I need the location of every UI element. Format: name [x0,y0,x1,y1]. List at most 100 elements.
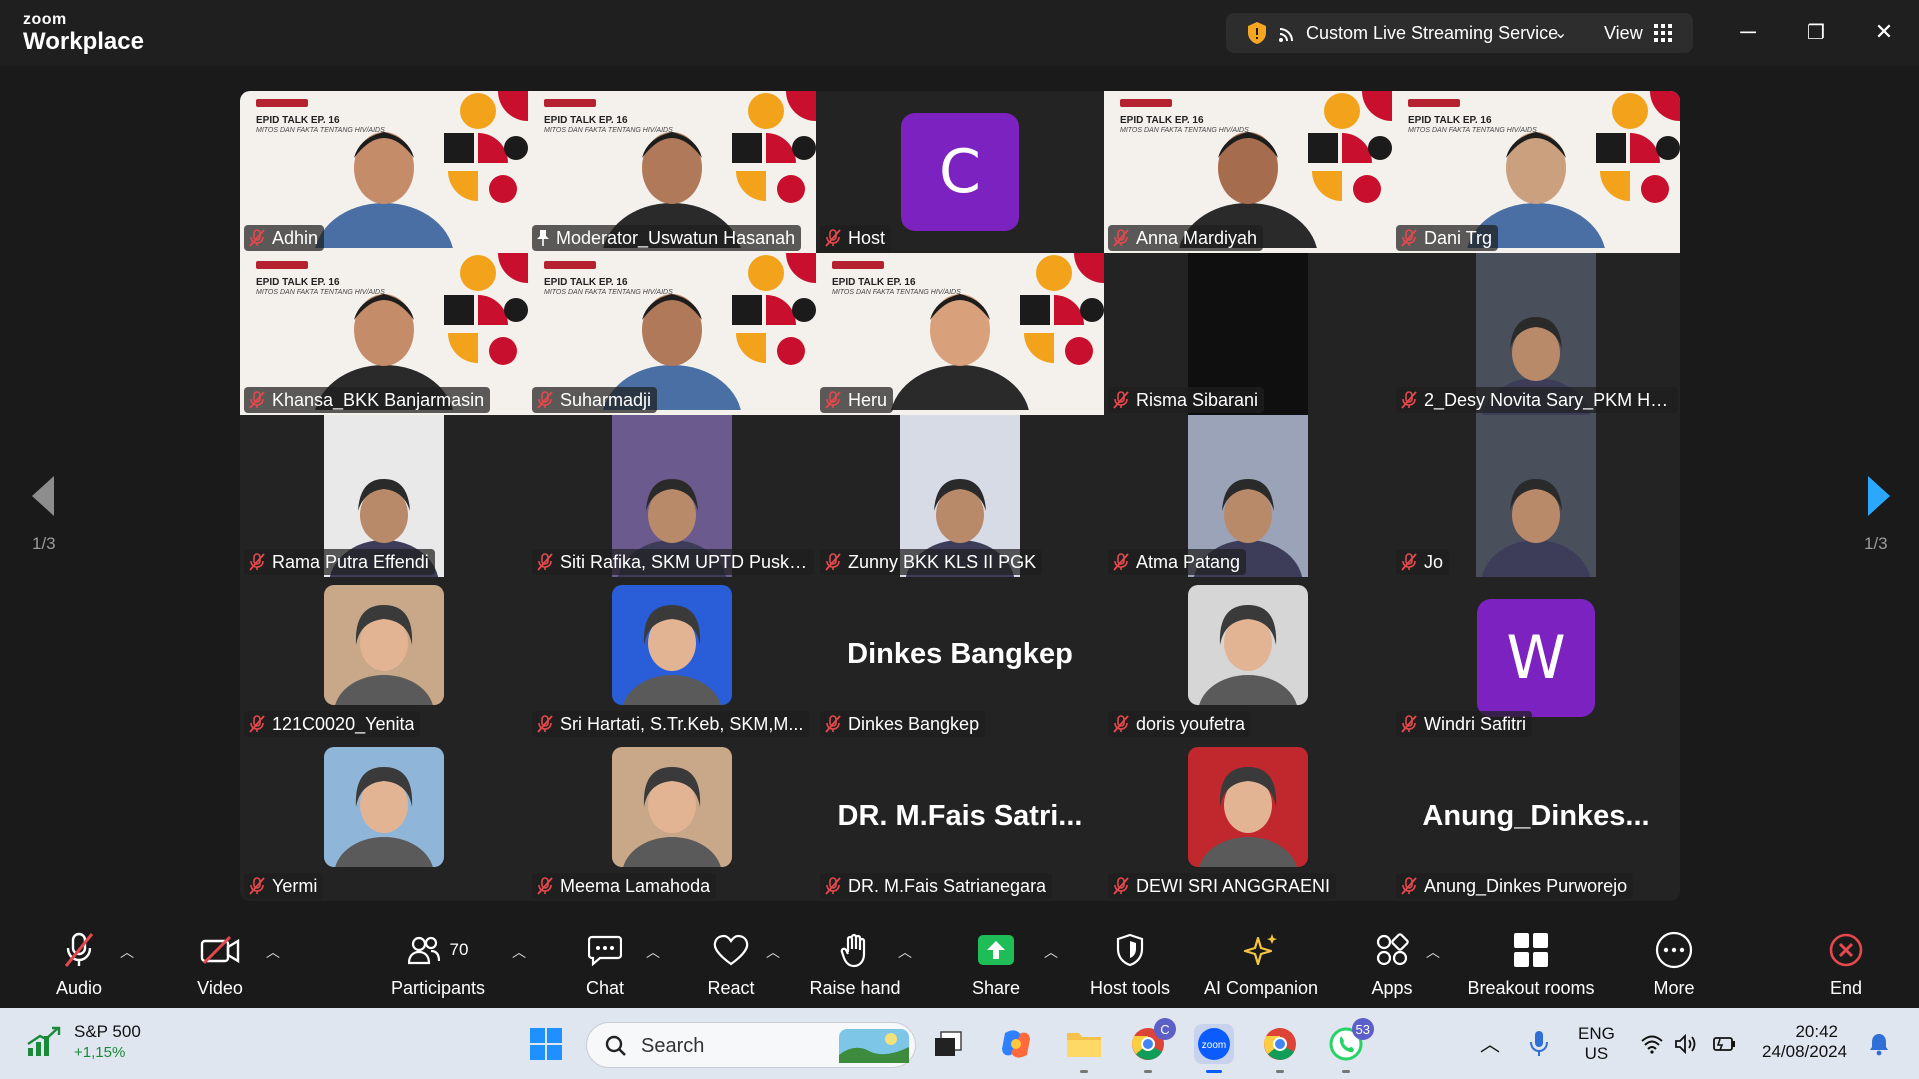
muted-mic-icon [1113,553,1129,571]
audio-options-chevron-icon[interactable]: ︿ [120,942,134,962]
participant-tile[interactable]: Dinkes Bangkep Dinkes Bangkep [816,577,1104,739]
restore-button[interactable]: ❐ [1798,16,1834,48]
participant-tile[interactable]: Risma Sibarani [1104,253,1392,415]
share-options-chevron-icon[interactable]: ︿ [1044,942,1058,962]
participant-tile[interactable]: C Host [816,91,1104,253]
participant-tile[interactable]: EPID TALK EP. 16 MITOS DAN FAKTA TENTANG … [240,253,528,415]
language-indicator[interactable]: ENG US [1578,1024,1615,1064]
muted-mic-icon [59,930,99,970]
meeting-toolbar: Audio ︿ Video ︿ 70 Participants ︿ Chat ︿ [0,920,1919,1008]
clock[interactable]: 20:42 24/08/2024 [1762,1022,1847,1062]
participant-tile[interactable]: Rama Putra Effendi [240,415,528,577]
participant-tile[interactable]: EPID TALK EP. 16 MITOS DAN FAKTA TENTANG … [1392,91,1680,253]
react-options-chevron-icon[interactable]: ︿ [766,942,780,962]
minimize-button[interactable]: ─ [1730,16,1766,48]
live-streaming-label[interactable]: Custom Live Streaming Service [1306,23,1558,44]
muted-mic-icon [825,391,841,409]
copilot-icon[interactable] [996,1024,1036,1064]
participant-tile[interactable]: Anung_Dinkes... Anung_Dinkes Purworejo [1392,739,1680,901]
event-logo [256,261,308,269]
audio-button[interactable]: Audio [50,930,108,1005]
video-options-chevron-icon[interactable]: ︿ [266,942,280,962]
display-name-placeholder: DR. M.Fais Satri... [837,800,1083,833]
more-button[interactable]: More [1650,930,1698,1005]
participants-options-chevron-icon[interactable]: ︿ [512,942,526,962]
previous-page-icon[interactable] [28,474,58,518]
react-button[interactable]: React [706,930,756,1005]
ai-companion-button[interactable]: AI Companion [1200,930,1322,1005]
stock-widget[interactable]: S&P 500 +1,15% [26,1022,141,1061]
participant-tile[interactable]: EPID TALK EP. 16 MITOS DAN FAKTA TENTANG … [528,253,816,415]
muted-mic-icon [249,553,265,571]
participant-name-label: Atma Patang [1108,549,1247,575]
participant-tile[interactable]: Jo [1392,415,1680,577]
show-hidden-icons-chevron-icon[interactable]: ︿ [1480,1028,1500,1057]
participant-name: DR. M.Fais Satrianegara [848,875,1047,896]
next-page-icon[interactable] [1864,474,1894,518]
zoom-taskbar-icon[interactable]: zoom [1194,1024,1234,1064]
whatsapp-running-indicator [1342,1070,1350,1073]
breakout-rooms-button[interactable]: Breakout rooms [1463,930,1599,1005]
participant-name-label: Adhin [244,225,325,251]
participant-tile[interactable]: Sri Hartati, S.Tr.Keb, SKM,M... [528,577,816,739]
share-button[interactable]: Share [968,930,1024,1005]
live-streaming-bar[interactable]: Custom Live Streaming Service ⌄ View [1226,13,1693,53]
participant-tile[interactable]: Yermi [240,739,528,901]
participant-tile[interactable]: EPID TALK EP. 16 MITOS DAN FAKTA TENTANG … [528,91,816,253]
end-button[interactable]: End [1826,930,1866,1005]
muted-mic-icon [1113,229,1129,247]
participant-tile[interactable]: W Windri Safitri [1392,577,1680,739]
participant-tile[interactable]: 121C0020_Yenita [240,577,528,739]
chat-button[interactable]: Chat [583,930,627,1005]
participants-count: 70 [449,940,469,959]
participant-tile[interactable]: Zunny BKK KLS II PGK [816,415,1104,577]
taskbar-search[interactable]: Search [586,1022,916,1068]
view-label[interactable]: View [1604,23,1643,44]
participant-tile[interactable]: Siti Rafika, SKM UPTD Puske... [528,415,816,577]
windows-start-icon[interactable] [526,1024,566,1064]
more-label: More [1653,978,1695,998]
participant-name: Suharmadji [560,389,652,410]
apps-options-chevron-icon[interactable]: ︿ [1426,942,1440,962]
participant-tile[interactable]: 2_Desy Novita Sary_PKM HU... [1392,253,1680,415]
muted-mic-icon [537,391,553,409]
volume-icon[interactable] [1674,1034,1698,1054]
chrome-icon[interactable]: C [1128,1018,1176,1064]
participant-tile[interactable]: Meema Lamahoda [528,739,816,901]
close-button[interactable]: ✕ [1866,16,1902,48]
participant-tile[interactable]: EPID TALK EP. 16 MITOS DAN FAKTA TENTANG … [816,253,1104,415]
wifi-icon[interactable] [1640,1034,1664,1054]
participant-name-label: Yermi [244,873,324,899]
battery-icon[interactable] [1710,1034,1736,1054]
view-grid-icon[interactable] [1654,24,1672,42]
video-label: Video [197,978,243,998]
host-tools-button[interactable]: Host tools [1086,930,1174,1005]
participant-name: 121C0020_Yenita [272,713,415,734]
participant-tile[interactable]: EPID TALK EP. 16 MITOS DAN FAKTA TENTANG … [240,91,528,253]
participants-button[interactable]: 70 Participants [388,930,488,1005]
pin-icon [537,230,549,246]
stock-chart-icon [27,1026,61,1056]
end-meeting-icon [1826,930,1866,970]
raise-hand-options-chevron-icon[interactable]: ︿ [898,942,912,962]
raise-hand-button[interactable]: Raise hand [809,930,901,1005]
chat-options-chevron-icon[interactable]: ︿ [646,942,660,962]
chrome-second-icon[interactable] [1260,1024,1300,1064]
task-view-icon[interactable] [928,1024,968,1064]
participant-tile[interactable]: DR. M.Fais Satri... DR. M.Fais Satrianega… [816,739,1104,901]
participant-name-label: Siti Rafika, SKM UPTD Puske... [532,549,814,575]
microphone-tray-icon[interactable] [1528,1030,1550,1058]
share-screen-icon [976,930,1016,970]
participant-name-label: Moderator_Uswatun Hasanah [532,225,802,251]
event-logo [256,99,308,107]
whatsapp-icon[interactable]: 53 [1326,1018,1374,1064]
file-explorer-icon[interactable] [1064,1024,1104,1064]
apps-button[interactable]: Apps [1370,930,1414,1005]
participant-tile[interactable]: Atma Patang [1104,415,1392,577]
participant-tile[interactable]: EPID TALK EP. 16 MITOS DAN FAKTA TENTANG … [1104,91,1392,253]
participant-tile[interactable]: DEWI SRI ANGGRAENI [1104,739,1392,901]
chevron-down-icon[interactable]: ⌄ [1554,23,1567,43]
video-button[interactable]: Video [190,930,250,1005]
notification-bell-icon[interactable] [1868,1032,1890,1056]
participant-tile[interactable]: doris youfetra [1104,577,1392,739]
